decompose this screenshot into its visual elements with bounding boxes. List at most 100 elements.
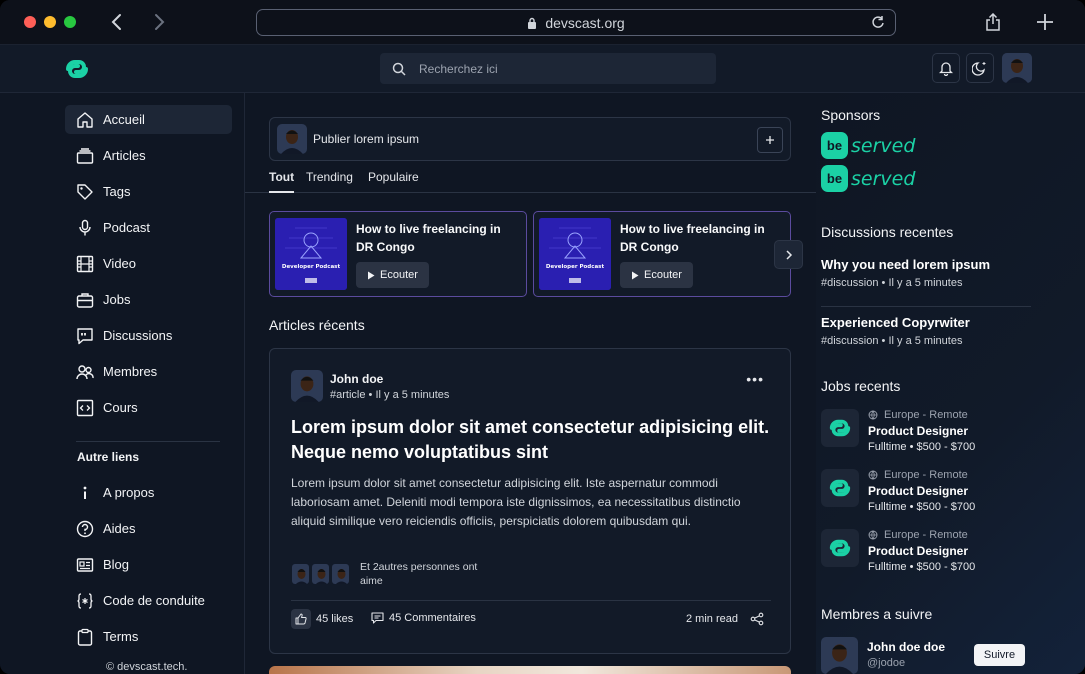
sidebar-item-cours[interactable]: Cours (65, 393, 232, 422)
home-icon (75, 110, 95, 130)
new-tab-button[interactable] (1034, 11, 1056, 33)
article-author[interactable]: John doe (330, 372, 383, 386)
sidebar-item-articles[interactable]: Articles (65, 141, 232, 170)
maximize-window-button[interactable] (64, 16, 76, 28)
app-header: Recherchez ici (0, 45, 1085, 93)
next-article-card[interactable] (269, 666, 791, 674)
carousel-next-button[interactable] (774, 240, 803, 269)
job-location: Europe - Remote (868, 409, 968, 421)
search-icon (392, 62, 406, 76)
follow-button[interactable]: Suivre (974, 644, 1025, 666)
plus-icon (1037, 14, 1053, 30)
share-button[interactable] (982, 11, 1004, 33)
discussion-tag[interactable]: #discussion (821, 277, 878, 289)
discussion-title[interactable]: Why you need lorem ipsum (821, 257, 990, 272)
meta-separator: • (909, 441, 917, 453)
chevron-left-icon (111, 14, 121, 30)
sidebar-item-label: Aides (103, 521, 136, 536)
sidebar-item-podcast[interactable]: Podcast (65, 213, 232, 242)
job-location-text: Europe - Remote (884, 529, 968, 541)
composer-label: Publier lorem ipsum (313, 132, 420, 146)
plus-icon (766, 136, 774, 144)
back-button[interactable] (106, 12, 126, 32)
forward-button[interactable] (150, 12, 170, 32)
copyright-footer: © devscast.tech. (106, 661, 188, 673)
tab-tout[interactable]: Tout (269, 170, 295, 193)
sponsor-logo[interactable]: be served (821, 165, 915, 192)
minimize-window-button[interactable] (44, 16, 56, 28)
notifications-button[interactable] (932, 53, 960, 83)
devscast-logo[interactable] (64, 56, 90, 82)
podcast-cover-text: Developer Podcast (546, 264, 605, 270)
theme-toggle-button[interactable] (966, 53, 994, 83)
podcast-cover: Developer Podcast (539, 218, 611, 290)
avatar[interactable] (291, 370, 323, 402)
sidebar-item-tags[interactable]: Tags (65, 177, 232, 206)
close-window-button[interactable] (24, 16, 36, 28)
sidebar-item-a-propos[interactable]: A propos (65, 478, 232, 507)
info-icon (75, 483, 95, 503)
article-tag[interactable]: #article (330, 389, 365, 401)
podcast-card[interactable]: Developer Podcast How to live freelancin… (533, 211, 791, 297)
add-post-button[interactable] (757, 127, 783, 153)
globe-icon (868, 470, 878, 480)
tab-trending[interactable]: Trending (306, 170, 353, 191)
sidebar-item-label: Tags (103, 184, 131, 199)
avatar[interactable] (821, 637, 858, 674)
meta-separator: • (909, 501, 917, 513)
comments-count: 45 Commentaires (389, 612, 476, 624)
discussion-time: Il y a 5 minutes (888, 277, 963, 289)
newspaper-icon (75, 555, 95, 575)
reload-icon[interactable] (871, 15, 885, 32)
sidebar-item-jobs[interactable]: Jobs (65, 285, 232, 314)
search-input[interactable]: Recherchez ici (380, 53, 716, 84)
sidebar-item-aides[interactable]: Aides (65, 514, 232, 543)
film-icon (75, 254, 95, 274)
article-headline[interactable]: Lorem ipsum dolor sit amet consectetur a… (291, 415, 771, 465)
search-placeholder: Recherchez ici (419, 61, 498, 76)
sidebar-item-terms[interactable]: Terms (65, 622, 232, 651)
sidebar-item-label: Terms (103, 629, 139, 644)
sidebar-item-label: Articles (103, 148, 146, 163)
code-icon (75, 398, 95, 418)
listen-label: Ecouter (380, 269, 418, 281)
sidebar-item-video[interactable]: Video (65, 249, 232, 278)
discussion-title[interactable]: Experienced Copyrwiter (821, 315, 970, 330)
job-meta: Fulltime • $500 - $700 (868, 561, 975, 573)
sidebar-item-discussions[interactable]: Discussions (65, 321, 232, 350)
sidebar-item-blog[interactable]: Blog (65, 550, 232, 579)
avatar (291, 563, 310, 585)
share-icon[interactable] (750, 612, 764, 631)
listen-button[interactable]: Ecouter (620, 262, 693, 288)
like-button[interactable]: 45 likes (291, 609, 353, 629)
member-name[interactable]: John doe doe (867, 640, 945, 654)
post-composer[interactable]: Publier lorem ipsum (269, 117, 791, 161)
more-options-icon[interactable]: ••• (746, 371, 764, 387)
tab-populaire[interactable]: Populaire (368, 170, 419, 191)
discussion-tag[interactable]: #discussion (821, 335, 878, 347)
discussion-meta: #discussion • Il y a 5 minutes (821, 335, 962, 347)
sidebar-item-membres[interactable]: Membres (65, 357, 232, 386)
sidebar-item-accueil[interactable]: Accueil (65, 105, 232, 134)
sidebar-item-code-de-conduite[interactable]: Code de conduite (65, 586, 232, 615)
listen-button[interactable]: Ecouter (356, 262, 429, 288)
comments-button[interactable]: 45 Commentaires (371, 612, 476, 624)
sponsor-badge: be (821, 132, 848, 159)
feed-tabs: Tout Trending Populaire (245, 168, 816, 193)
job-item[interactable]: Europe - Remote Product Designer Fulltim… (821, 469, 1051, 519)
braces-icon (75, 591, 95, 611)
clipboard-icon (75, 627, 95, 647)
sponsor-logo[interactable]: be served (821, 132, 915, 159)
chevron-right-icon (155, 14, 165, 30)
tag-icon (75, 182, 95, 202)
sidebar-divider (76, 441, 220, 442)
podcast-cover: Developer Podcast (275, 218, 347, 290)
sidebar-item-label: Cours (103, 400, 138, 415)
article-card[interactable]: John doe #article • Il y a 5 minutes •••… (269, 348, 791, 654)
address-bar[interactable]: devscast.org (256, 9, 896, 36)
other-links-heading: Autre liens (77, 450, 140, 464)
job-item[interactable]: Europe - Remote Product Designer Fulltim… (821, 409, 1051, 459)
user-avatar[interactable] (1002, 53, 1032, 83)
job-item[interactable]: Europe - Remote Product Designer Fulltim… (821, 529, 1051, 579)
podcast-card[interactable]: Developer Podcast How to live freelancin… (269, 211, 527, 297)
